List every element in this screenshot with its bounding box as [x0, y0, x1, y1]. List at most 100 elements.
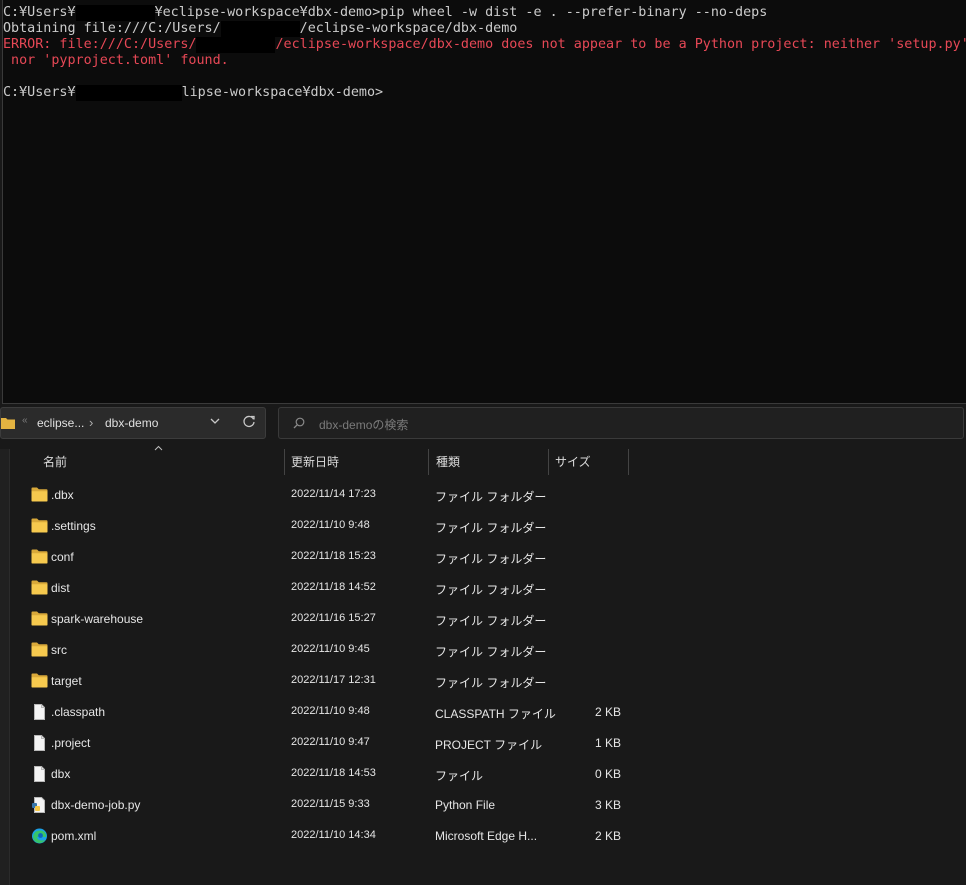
- file-row[interactable]: pom.xml 2022/11/10 14:34 Microsoft Edge H.…: [0, 820, 966, 851]
- file-size: 3 KB: [594, 798, 621, 812]
- file-row[interactable]: .classpath 2022/11/10 9:48 CLASSPATH ファイル 2…: [0, 696, 966, 727]
- terminal-window[interactable]: C:¥Users¥ ¥eclipse-workspace¥dbx-demo>pip…: [2, 0, 966, 404]
- file-name: .classpath: [51, 705, 106, 719]
- folder-icon: [31, 580, 48, 596]
- file-name: pom.xml: [51, 829, 97, 843]
- file-date: 2022/11/10 9:48: [291, 705, 370, 717]
- column-divider[interactable]: [628, 449, 629, 475]
- error-text-start: ERROR: file:///C:/Users/: [3, 37, 197, 52]
- column-divider[interactable]: [284, 449, 285, 475]
- file-type: ファイル フォルダー: [435, 552, 547, 566]
- file-type: CLASSPATH ファイル: [435, 707, 556, 721]
- file-date: 2022/11/16 15:27: [291, 612, 376, 624]
- file-name: dbx-demo-job.py: [51, 798, 141, 812]
- folder-icon: [31, 673, 48, 689]
- terminal-line-error-cont: nor 'pyproject.toml' found.: [3, 53, 229, 68]
- file-size: 2 KB: [594, 829, 621, 843]
- file-type: ファイル フォルダー: [435, 614, 547, 628]
- folder-icon: [31, 611, 48, 627]
- file-date: 2022/11/18 15:23: [291, 550, 376, 562]
- obtaining-text-end: /eclipse-workspace/dbx-demo: [299, 21, 518, 36]
- edge-icon: [31, 828, 48, 844]
- redacted-username: [75, 5, 155, 21]
- prompt-path-start: C:¥Users¥: [3, 5, 76, 20]
- prompt-path-end: lipse-workspace¥dbx-demo>: [181, 85, 384, 100]
- column-header-type[interactable]: 種類: [436, 449, 460, 475]
- file-row[interactable]: spark-warehouse 2022/11/16 15:27 ファイル フォルダ…: [0, 603, 966, 634]
- column-divider[interactable]: [428, 449, 429, 475]
- column-header-date[interactable]: 更新日時: [291, 449, 339, 475]
- prompt-path-start: C:¥Users¥: [3, 85, 76, 100]
- file-type: ファイル フォルダー: [435, 521, 547, 535]
- file-row[interactable]: .settings 2022/11/10 9:48 ファイル フォルダー: [0, 510, 966, 541]
- breadcrumb-overflow[interactable]: «: [22, 415, 28, 426]
- file-name: conf: [51, 550, 74, 564]
- file-icon: [31, 735, 48, 751]
- file-type: ファイル フォルダー: [435, 645, 547, 659]
- search-icon: [293, 417, 305, 429]
- file-type: Microsoft Edge H...: [435, 829, 538, 843]
- file-name: .settings: [51, 519, 96, 533]
- folder-icon: [1, 418, 15, 429]
- column-header-row: 名前 更新日時 種類 サイズ: [0, 445, 966, 475]
- file-size: 2 KB: [594, 705, 621, 719]
- folder-icon: [31, 487, 48, 503]
- python-file-icon: [31, 797, 48, 813]
- column-header-name[interactable]: 名前: [43, 449, 67, 475]
- file-row[interactable]: conf 2022/11/18 15:23 ファイル フォルダー: [0, 541, 966, 572]
- folder-icon: [31, 518, 48, 534]
- terminal-line-prompt: C:¥Users¥ lipse-workspace¥dbx-demo>: [3, 85, 966, 101]
- command-text: ¥eclipse-workspace¥dbx-demo>pip wheel -w…: [154, 5, 768, 20]
- address-bar[interactable]: « eclipse... › dbx-demo: [0, 407, 266, 439]
- redacted-username: [220, 21, 300, 37]
- file-date: 2022/11/10 9:45: [291, 643, 370, 655]
- column-divider[interactable]: [548, 449, 549, 475]
- breadcrumb-item-dbx-demo[interactable]: dbx-demo: [105, 416, 158, 430]
- file-row[interactable]: src 2022/11/10 9:45 ファイル フォルダー: [0, 634, 966, 665]
- refresh-icon[interactable]: [242, 415, 256, 429]
- file-row[interactable]: .project 2022/11/10 9:47 PROJECT ファイル 1 KB: [0, 727, 966, 758]
- file-date: 2022/11/10 9:47: [291, 736, 370, 748]
- file-type: Python File: [435, 798, 496, 812]
- file-name: spark-warehouse: [51, 612, 144, 626]
- file-date: 2022/11/18 14:53: [291, 767, 376, 779]
- sort-ascending-icon: [154, 445, 163, 451]
- file-name: dbx: [51, 767, 71, 781]
- file-icon: [31, 704, 48, 720]
- search-box[interactable]: dbx-demoの検索: [278, 407, 964, 439]
- file-name: .dbx: [51, 488, 74, 502]
- file-type: ファイル フォルダー: [435, 490, 547, 504]
- file-row[interactable]: dbx 2022/11/18 14:53 ファイル 0 KB: [0, 758, 966, 789]
- file-row[interactable]: dbx-demo-job.py 2022/11/15 9:33 Python Fil…: [0, 789, 966, 820]
- column-header-size[interactable]: サイズ: [555, 449, 591, 475]
- file-size: 1 KB: [594, 736, 621, 750]
- error-text-end: /eclipse-workspace/dbx-demo does not app…: [275, 37, 966, 52]
- terminal-line-error: ERROR: file:///C:/Users/ /eclipse-workspa…: [3, 37, 966, 53]
- breadcrumb-item-eclipse[interactable]: eclipse...: [37, 416, 84, 430]
- file-row[interactable]: dist 2022/11/18 14:52 ファイル フォルダー: [0, 572, 966, 603]
- file-date: 2022/11/15 9:33: [291, 798, 370, 810]
- search-placeholder: dbx-demoの検索: [319, 418, 409, 432]
- file-type: ファイル: [435, 769, 484, 783]
- chevron-down-icon[interactable]: [210, 418, 220, 425]
- file-date: 2022/11/18 14:52: [291, 581, 376, 593]
- file-explorer: « eclipse... › dbx-demo dbx-demoの検索 名前 更…: [0, 405, 966, 885]
- file-date: 2022/11/10 14:34: [291, 829, 376, 841]
- file-date: 2022/11/14 17:23: [291, 488, 376, 500]
- file-row[interactable]: target 2022/11/17 12:31 ファイル フォルダー: [0, 665, 966, 696]
- redacted-username: [196, 37, 276, 53]
- file-type: ファイル フォルダー: [435, 583, 547, 597]
- file-size: 0 KB: [594, 767, 621, 781]
- folder-icon: [31, 642, 48, 658]
- file-name: src: [51, 643, 67, 657]
- terminal-line-command: C:¥Users¥ ¥eclipse-workspace¥dbx-demo>pip…: [3, 5, 966, 21]
- file-name: dist: [51, 581, 70, 595]
- file-name: .project: [51, 736, 91, 750]
- breadcrumb-separator-icon: ›: [89, 415, 94, 430]
- file-type: PROJECT ファイル: [435, 738, 543, 752]
- file-name: target: [51, 674, 82, 688]
- obtaining-text-start: Obtaining file:///C:/Users/: [3, 21, 221, 36]
- file-row[interactable]: .dbx 2022/11/14 17:23 ファイル フォルダー: [0, 479, 966, 510]
- file-date: 2022/11/10 9:48: [291, 519, 370, 531]
